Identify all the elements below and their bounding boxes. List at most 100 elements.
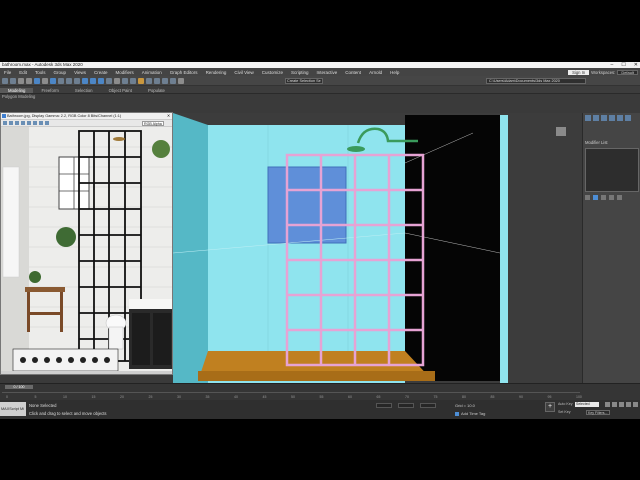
previous-frame-icon[interactable] bbox=[612, 402, 617, 407]
utilities-tab-icon[interactable] bbox=[625, 115, 631, 121]
tab-selection[interactable]: Selection bbox=[67, 88, 101, 93]
undo-icon[interactable] bbox=[2, 78, 8, 84]
unlink-icon[interactable] bbox=[26, 78, 32, 84]
create-tab-icon[interactable] bbox=[585, 115, 591, 121]
menu-content[interactable]: Content bbox=[341, 70, 365, 75]
menu-modifiers[interactable]: Modifiers bbox=[112, 70, 138, 75]
placement-icon[interactable] bbox=[106, 78, 112, 84]
key-filters-button[interactable]: Key Filters... bbox=[586, 410, 610, 415]
modifier-stack[interactable] bbox=[585, 148, 639, 192]
track-bar[interactable]: 0 5 10 15 20 25 30 35 40 45 50 55 60 65 70 75 80 85 90 95 10… bbox=[2, 392, 582, 400]
blue-channel-icon[interactable] bbox=[39, 121, 43, 125]
clone-window-icon[interactable] bbox=[9, 121, 13, 125]
image-viewer-title-bar[interactable]: Bathroom.jpg, Display Gamma: 2.2, RGB Co… bbox=[1, 113, 172, 120]
modifier-list-dropdown[interactable]: Modifier List bbox=[585, 140, 608, 145]
tab-object-paint[interactable]: Object Paint bbox=[101, 88, 140, 93]
select-by-name-icon[interactable] bbox=[58, 78, 64, 84]
save-image-icon[interactable] bbox=[3, 121, 7, 125]
channel-dropdown[interactable]: RGB Alpha bbox=[142, 121, 164, 126]
bind-space-warp-icon[interactable] bbox=[34, 78, 40, 84]
next-frame-icon[interactable] bbox=[626, 402, 631, 407]
motion-tab-icon[interactable] bbox=[609, 115, 615, 121]
selection-status: None Selected bbox=[29, 403, 57, 408]
auto-key-button[interactable]: Auto Key bbox=[558, 402, 573, 406]
move-icon[interactable] bbox=[82, 78, 88, 84]
angle-snap-icon[interactable] bbox=[154, 78, 160, 84]
menu-group[interactable]: Group bbox=[50, 70, 71, 75]
menu-civil-view[interactable]: Civil View bbox=[230, 70, 257, 75]
toolbar-icons-left bbox=[2, 78, 184, 84]
set-key-icon[interactable]: + bbox=[545, 402, 555, 412]
menu-edit[interactable]: Edit bbox=[15, 70, 31, 75]
red-channel-icon[interactable] bbox=[27, 121, 31, 125]
menu-rendering[interactable]: Rendering bbox=[202, 70, 231, 75]
hierarchy-tab-icon[interactable] bbox=[601, 115, 607, 121]
rectangular-selection-icon[interactable] bbox=[66, 78, 72, 84]
image-viewer-toolbar: RGB Alpha bbox=[1, 120, 172, 127]
menu-graph-editors[interactable]: Graph Editors bbox=[166, 70, 202, 75]
configure-sets-icon[interactable] bbox=[617, 195, 622, 200]
display-tab-icon[interactable] bbox=[617, 115, 623, 121]
menu-interactive[interactable]: Interactive bbox=[313, 70, 342, 75]
perspective-viewport[interactable] bbox=[173, 113, 582, 419]
project-folder-dropdown[interactable]: C:\Users\Adam\Documents\3ds Max 2020 bbox=[486, 78, 586, 84]
link-icon[interactable] bbox=[18, 78, 24, 84]
green-channel-icon[interactable] bbox=[33, 121, 37, 125]
menu-scripting[interactable]: Scripting bbox=[287, 70, 313, 75]
menu-arnold[interactable]: Arnold bbox=[365, 70, 386, 75]
menu-file[interactable]: File bbox=[0, 70, 15, 75]
menu-customize[interactable]: Customize bbox=[258, 70, 287, 75]
image-viewer-window[interactable]: Bathroom.jpg, Display Gamma: 2.2, RGB Co… bbox=[0, 112, 173, 375]
y-coordinate-field[interactable] bbox=[398, 403, 414, 408]
menu-help[interactable]: Help bbox=[386, 70, 403, 75]
viewer-close-icon[interactable]: ✕ bbox=[167, 113, 170, 119]
menu-create[interactable]: Create bbox=[90, 70, 112, 75]
clear-icon[interactable] bbox=[21, 121, 25, 125]
remove-modifier-icon[interactable] bbox=[609, 195, 614, 200]
viewport-scene bbox=[173, 113, 582, 419]
make-unique-icon[interactable] bbox=[601, 195, 606, 200]
keyboard-shortcut-icon[interactable] bbox=[138, 78, 144, 84]
named-selection-dropdown[interactable]: Create Selection Se bbox=[285, 78, 323, 84]
time-slider[interactable]: 0 / 100 bbox=[5, 385, 33, 389]
set-key-button[interactable]: Set Key bbox=[558, 410, 571, 414]
play-icon[interactable] bbox=[619, 402, 624, 407]
workspaces-dropdown[interactable]: Default bbox=[617, 69, 638, 75]
reference-coordinate-icon[interactable] bbox=[114, 78, 120, 84]
modify-tab-icon[interactable] bbox=[593, 115, 599, 121]
menu-animation[interactable]: Animation bbox=[138, 70, 166, 75]
polygon-modeling-label[interactable]: Polygon Modeling bbox=[2, 94, 35, 100]
window-crossing-icon[interactable] bbox=[74, 78, 80, 84]
spinner-snap-icon[interactable] bbox=[170, 78, 176, 84]
select-manipulate-icon[interactable] bbox=[130, 78, 136, 84]
z-coordinate-field[interactable] bbox=[420, 403, 436, 408]
timeline-tick-label: 60 bbox=[348, 395, 352, 399]
pin-stack-icon[interactable] bbox=[585, 195, 590, 200]
tab-modeling[interactable]: Modeling bbox=[0, 87, 34, 93]
sign-in-button[interactable]: Sign In bbox=[568, 69, 590, 75]
select-object-icon[interactable] bbox=[50, 78, 56, 84]
tab-freeform[interactable]: Freeform bbox=[33, 88, 66, 93]
go-to-start-icon[interactable] bbox=[605, 402, 610, 407]
timeline-tick-label: 0 bbox=[6, 395, 8, 399]
snaps-toggle-icon[interactable] bbox=[146, 78, 152, 84]
go-to-end-icon[interactable] bbox=[633, 402, 638, 407]
timeline-tick-label: 50 bbox=[291, 395, 295, 399]
x-coordinate-field[interactable] bbox=[376, 403, 392, 408]
menu-views[interactable]: Views bbox=[70, 70, 90, 75]
edit-named-selection-icon[interactable] bbox=[178, 78, 184, 84]
pivot-center-icon[interactable] bbox=[122, 78, 128, 84]
add-time-tag-button[interactable]: Add Time Tag bbox=[455, 411, 485, 416]
selection-filter-icon[interactable] bbox=[42, 78, 48, 84]
percent-snap-icon[interactable] bbox=[162, 78, 168, 84]
maxscript-listener[interactable]: MAXScript Mi bbox=[0, 402, 26, 416]
key-set-dropdown[interactable]: Selected bbox=[575, 402, 599, 407]
show-end-result-icon[interactable] bbox=[593, 195, 598, 200]
scale-icon[interactable] bbox=[98, 78, 104, 84]
rotate-icon[interactable] bbox=[90, 78, 96, 84]
tab-populate[interactable]: Populate bbox=[140, 88, 173, 93]
redo-icon[interactable] bbox=[10, 78, 16, 84]
print-icon[interactable] bbox=[15, 121, 19, 125]
alpha-channel-icon[interactable] bbox=[45, 121, 49, 125]
menu-tools[interactable]: Tools bbox=[31, 70, 50, 75]
